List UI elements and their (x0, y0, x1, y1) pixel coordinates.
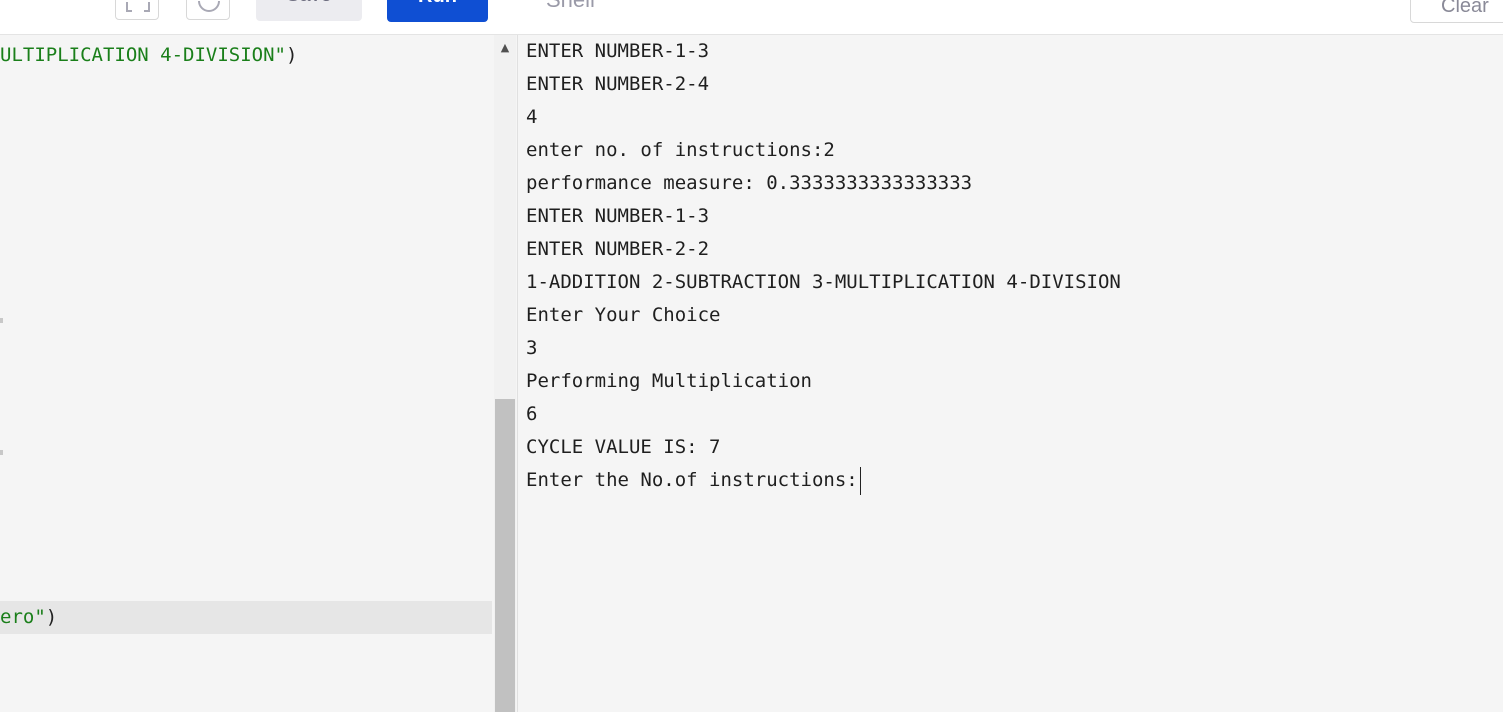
output-line: 6 (526, 403, 538, 425)
fold-marker (0, 318, 3, 323)
expand-icon (126, 2, 150, 12)
output-line: ENTER NUMBER-1-3 (526, 40, 710, 62)
output-line: Enter Your Choice (526, 304, 721, 326)
input-prompt: Enter the No.of instructions: (526, 469, 858, 491)
output-line: 1-ADDITION 2-SUBTRACTION 3-MULTIPLICATIO… (526, 271, 1121, 293)
code-punctuation: ) (285, 44, 298, 66)
output-line: 3 (526, 337, 538, 359)
code-editor[interactable]: ULTIPLICATION 4-DIVISION") ero") (0, 35, 494, 712)
code-line[interactable]: ULTIPLICATION 4-DIVISION") (0, 39, 492, 72)
text-caret (859, 466, 861, 495)
save-button[interactable]: Save (256, 0, 362, 21)
output-line: performance measure: 0.3333333333333333 (526, 172, 973, 194)
code-line-active[interactable]: ero") (0, 601, 492, 634)
input-prompt-line[interactable]: Enter the No.of instructions: (526, 464, 861, 497)
editor-scrollbar[interactable]: ▲ (494, 35, 516, 712)
output-line: ENTER NUMBER-2-2 (526, 238, 710, 260)
output-line: ENTER NUMBER-1-3 (526, 205, 710, 227)
output-line: enter no. of instructions:2 (526, 139, 835, 161)
code-punctuation: ) (45, 606, 58, 628)
moon-icon (198, 0, 220, 12)
online-python-ide: Save Run Shell Clear ULTIPLICATION 4-DIV… (0, 0, 1503, 712)
scroll-thumb[interactable] (495, 399, 515, 712)
toolbar: Save Run Shell Clear (0, 0, 1503, 35)
string-literal: ULTIPLICATION 4-DIVISION" (0, 44, 286, 66)
output-line: ENTER NUMBER-2-4 (526, 73, 710, 95)
shell-title: Shell (546, 0, 595, 13)
fullscreen-button[interactable] (115, 0, 159, 20)
fold-marker (0, 450, 3, 455)
output-line: Performing Multiplication (526, 370, 812, 392)
clear-button[interactable]: Clear (1410, 0, 1503, 23)
output-line: 4 (526, 106, 538, 128)
scroll-up-arrow-icon[interactable]: ▲ (494, 35, 516, 61)
string-literal: ero" (0, 606, 46, 628)
run-button[interactable]: Run (387, 0, 488, 22)
shell-output[interactable]: ENTER NUMBER-1-3 ENTER NUMBER-2-4 4 ente… (518, 35, 1503, 712)
theme-toggle-button[interactable] (186, 0, 230, 20)
output-line: CYCLE VALUE IS: 7 (526, 436, 721, 458)
